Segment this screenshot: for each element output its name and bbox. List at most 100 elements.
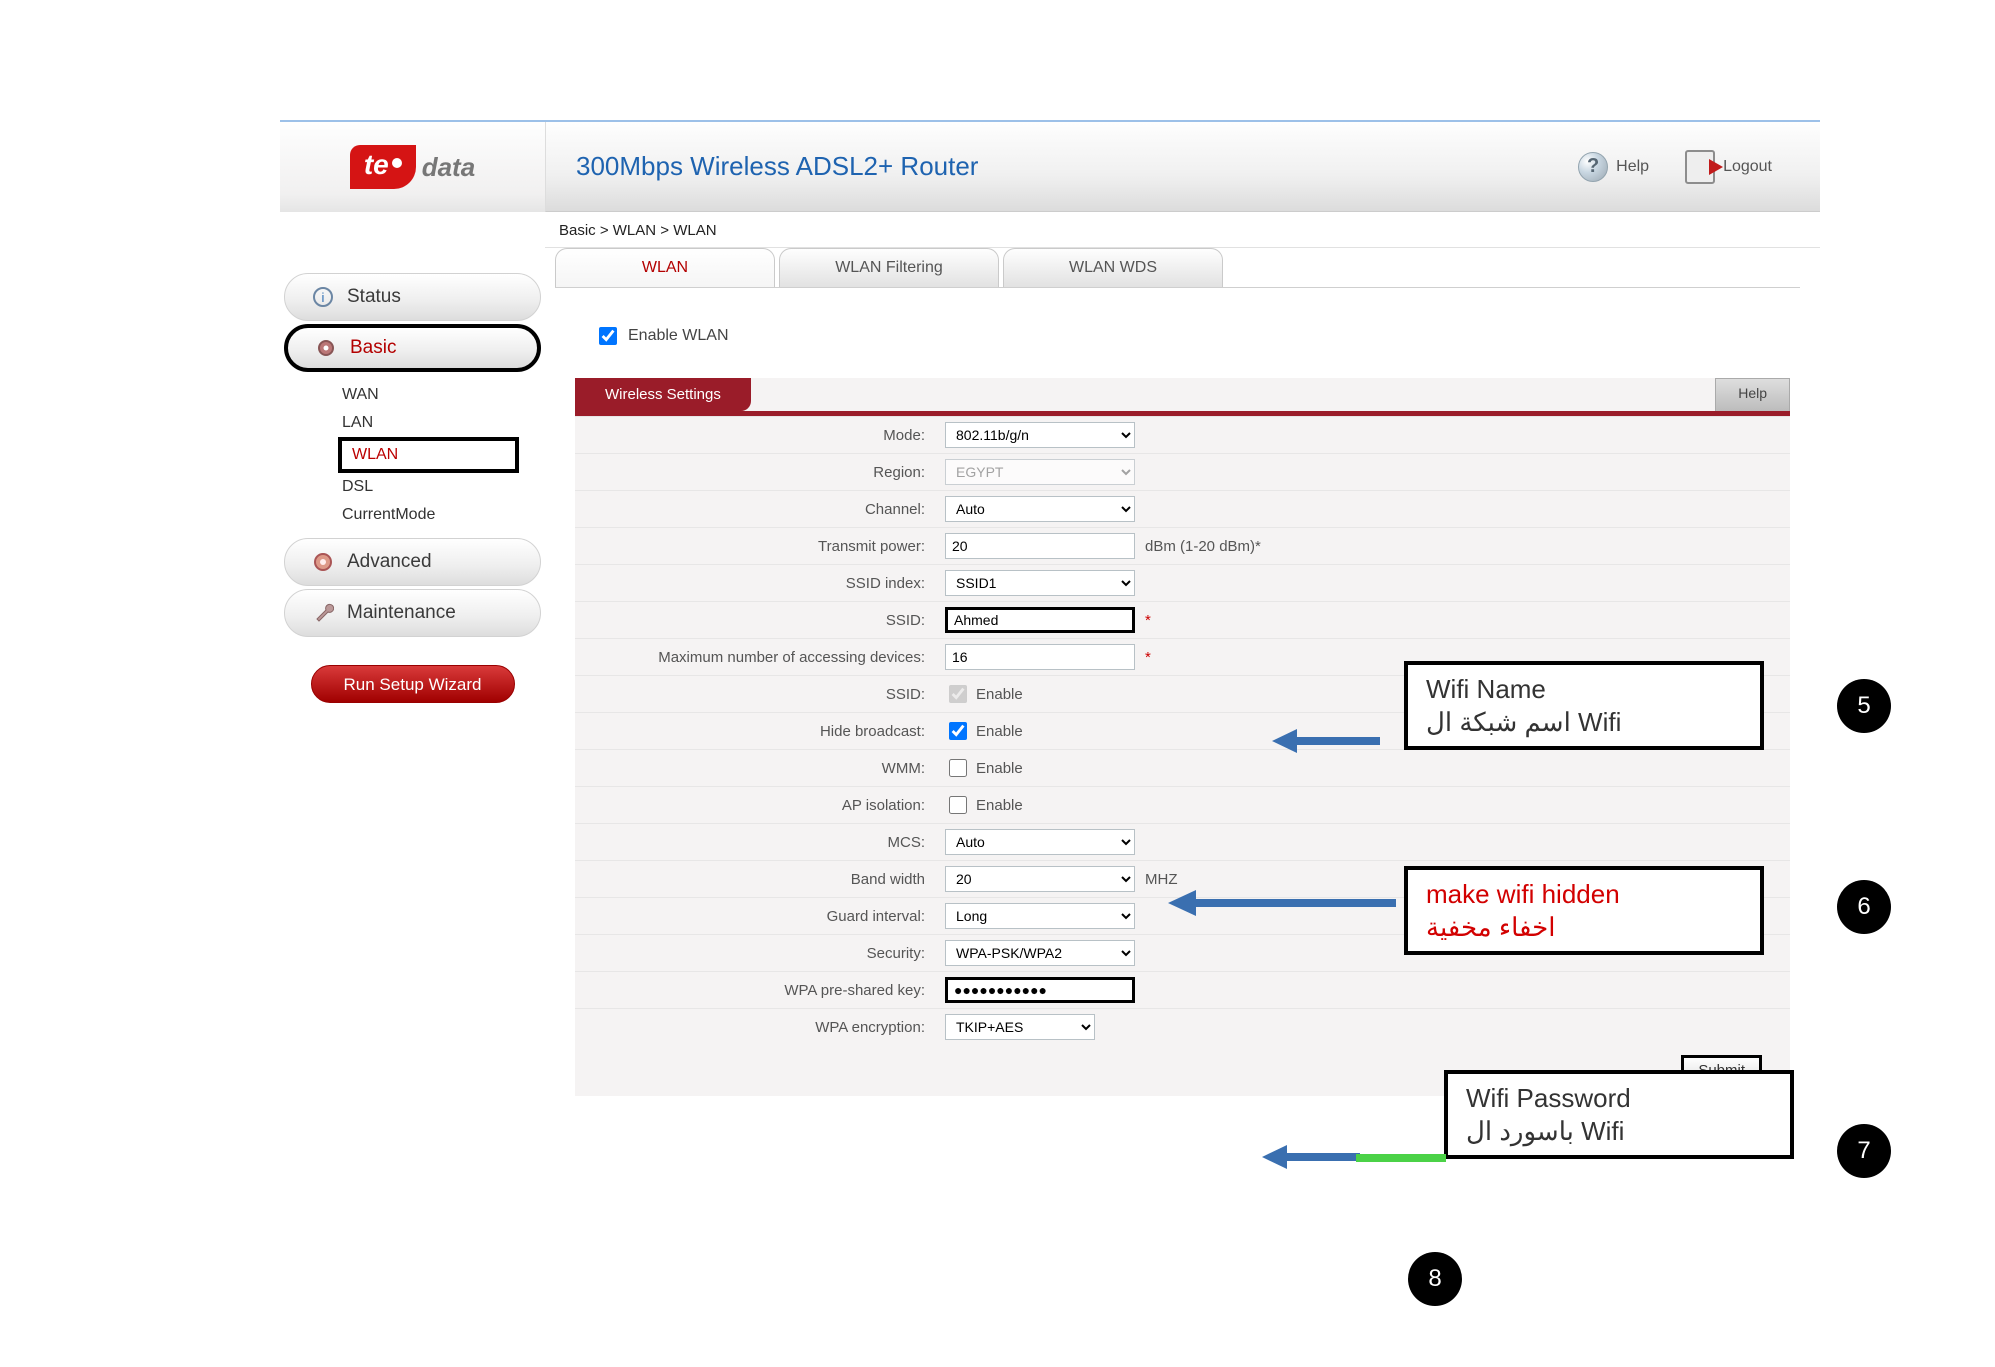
tab-wlan-wds[interactable]: WLAN WDS <box>1003 248 1223 287</box>
tab-wlan[interactable]: WLAN <box>555 248 775 287</box>
ssid-index-select[interactable]: SSID1 <box>945 570 1135 596</box>
annotation-password: Wifi Password باسورد ال Wifi <box>1444 1070 1794 1159</box>
annotation-hidden-ar: اخفاء مخفية <box>1426 911 1742 944</box>
enable-text: Enable <box>976 760 1023 777</box>
tabs: WLAN WLAN Filtering WLAN WDS <box>555 248 1800 288</box>
annotation-wifi-name-en: Wifi Name <box>1426 673 1742 706</box>
submenu-dsl[interactable]: DSL <box>338 473 545 501</box>
logout-label: Logout <box>1723 158 1772 176</box>
required-star: * <box>1145 612 1151 629</box>
green-bar-icon <box>1356 1154 1446 1162</box>
advanced-icon <box>311 550 335 574</box>
svg-text:i: i <box>322 290 325 305</box>
region-select[interactable]: EGYPT <box>945 459 1135 485</box>
brand-right: data <box>422 152 475 183</box>
brand-logo-graphic: te data <box>350 145 475 189</box>
annotation-badge-8: 8 <box>1408 1252 1462 1306</box>
sidebar: i Status Basic WAN LAN WLAN DSL CurrentM… <box>280 212 545 1212</box>
txpower-label: Transmit power: <box>575 528 935 565</box>
enable-wlan-label: Enable WLAN <box>628 327 729 345</box>
guard-select[interactable]: Long <box>945 903 1135 929</box>
gear-icon <box>314 336 338 360</box>
submenu-wlan[interactable]: WLAN <box>338 437 519 473</box>
wmm-label: WMM: <box>575 750 935 787</box>
brand-left: te <box>350 145 416 189</box>
submenu-wan[interactable]: WAN <box>338 381 545 409</box>
txpower-input[interactable] <box>945 533 1135 559</box>
channel-label: Channel: <box>575 491 935 528</box>
psk-input[interactable] <box>945 977 1135 1003</box>
help-button[interactable]: ? Help <box>1560 148 1667 186</box>
ap-isolation-label: AP isolation: <box>575 787 935 824</box>
ap-isolation-checkbox[interactable] <box>949 796 967 814</box>
brand-logo: te data <box>280 122 545 212</box>
sidebar-maintenance-label: Maintenance <box>347 602 456 624</box>
ssid-label: SSID: <box>575 602 935 639</box>
sidebar-advanced-label: Advanced <box>347 551 432 573</box>
panel-title: Wireless Settings <box>575 378 751 411</box>
sidebar-item-status[interactable]: i Status <box>284 273 541 321</box>
sidebar-status-label: Status <box>347 286 401 308</box>
sidebar-item-basic[interactable]: Basic <box>284 324 541 372</box>
enable-text: Enable <box>976 686 1023 703</box>
breadcrumb: Basic > WLAN > WLAN <box>545 212 1820 248</box>
required-star: * <box>1145 649 1151 666</box>
tab-wlan-filtering[interactable]: WLAN Filtering <box>779 248 999 287</box>
help-label: Help <box>1616 158 1649 176</box>
basic-submenu: WAN LAN WLAN DSL CurrentMode <box>280 375 545 535</box>
ssid-input[interactable] <box>945 607 1135 633</box>
page-title: 300Mbps Wireless ADSL2+ Router <box>576 151 1560 182</box>
panel-help-button[interactable]: Help <box>1715 378 1790 411</box>
wrench-icon <box>311 601 335 625</box>
header: te data 300Mbps Wireless ADSL2+ Router ?… <box>280 122 1820 212</box>
txpower-suffix: dBm (1-20 dBm)* <box>1145 538 1261 555</box>
wmm-checkbox[interactable] <box>949 759 967 777</box>
run-setup-wizard-button[interactable]: Run Setup Wizard <box>311 665 515 703</box>
submenu-lan[interactable]: LAN <box>338 409 545 437</box>
submenu-currentmode[interactable]: CurrentMode <box>338 501 545 529</box>
arrow-icon <box>1168 888 1398 918</box>
hide-broadcast-checkbox[interactable] <box>949 722 967 740</box>
enable-wlan-checkbox[interactable] <box>599 327 617 345</box>
encryption-select[interactable]: TKIP+AES <box>945 1014 1095 1040</box>
ssid-index-label: SSID index: <box>575 565 935 602</box>
maxdev-input[interactable] <box>945 644 1135 670</box>
sidebar-basic-label: Basic <box>350 337 396 359</box>
ssid-enable-label: SSID: <box>575 676 935 713</box>
psk-label: WPA pre-shared key: <box>575 972 935 1009</box>
title-bar: 300Mbps Wireless ADSL2+ Router ? Help Lo… <box>545 122 1820 212</box>
enable-text: Enable <box>976 797 1023 814</box>
ssid-enable-checkbox[interactable] <box>949 685 967 703</box>
arrow-icon <box>1262 1142 1362 1172</box>
annotation-badge-6: 6 <box>1837 880 1891 934</box>
sidebar-item-advanced[interactable]: Advanced <box>284 538 541 586</box>
annotation-wifi-name-ar: اسم شبكة ال Wifi <box>1426 706 1742 739</box>
channel-select[interactable]: Auto <box>945 496 1135 522</box>
annotation-badge-5: 5 <box>1837 679 1891 733</box>
bandwidth-label: Band width <box>575 861 935 898</box>
bandwidth-select[interactable]: 20 <box>945 866 1135 892</box>
sidebar-item-maintenance[interactable]: Maintenance <box>284 589 541 637</box>
annotation-hidden-en: make wifi hidden <box>1426 878 1742 911</box>
mode-label: Mode: <box>575 417 935 454</box>
mcs-label: MCS: <box>575 824 935 861</box>
annotation-wifi-name: Wifi Name اسم شبكة ال Wifi <box>1404 661 1764 750</box>
hide-broadcast-label: Hide broadcast: <box>575 713 935 750</box>
enable-wlan-row: Enable WLAN <box>595 324 1790 348</box>
annotation-pwd-ar: باسورد ال Wifi <box>1466 1115 1772 1148</box>
annotation-badge-7: 7 <box>1837 1124 1891 1178</box>
security-label: Security: <box>575 935 935 972</box>
mcs-select[interactable]: Auto <box>945 829 1135 855</box>
guard-label: Guard interval: <box>575 898 935 935</box>
help-icon: ? <box>1578 152 1608 182</box>
annotation-hidden: make wifi hidden اخفاء مخفية <box>1404 866 1764 955</box>
region-label: Region: <box>575 454 935 491</box>
security-select[interactable]: WPA-PSK/WPA2 <box>945 940 1135 966</box>
enable-text: Enable <box>976 723 1023 740</box>
arrow-icon <box>1272 726 1382 756</box>
mode-select[interactable]: 802.11b/g/n <box>945 422 1135 448</box>
encryption-label: WPA encryption: <box>575 1009 935 1046</box>
logout-button[interactable]: Logout <box>1667 146 1790 188</box>
maxdev-label: Maximum number of accessing devices: <box>575 639 935 676</box>
bandwidth-suffix: MHZ <box>1145 871 1178 888</box>
